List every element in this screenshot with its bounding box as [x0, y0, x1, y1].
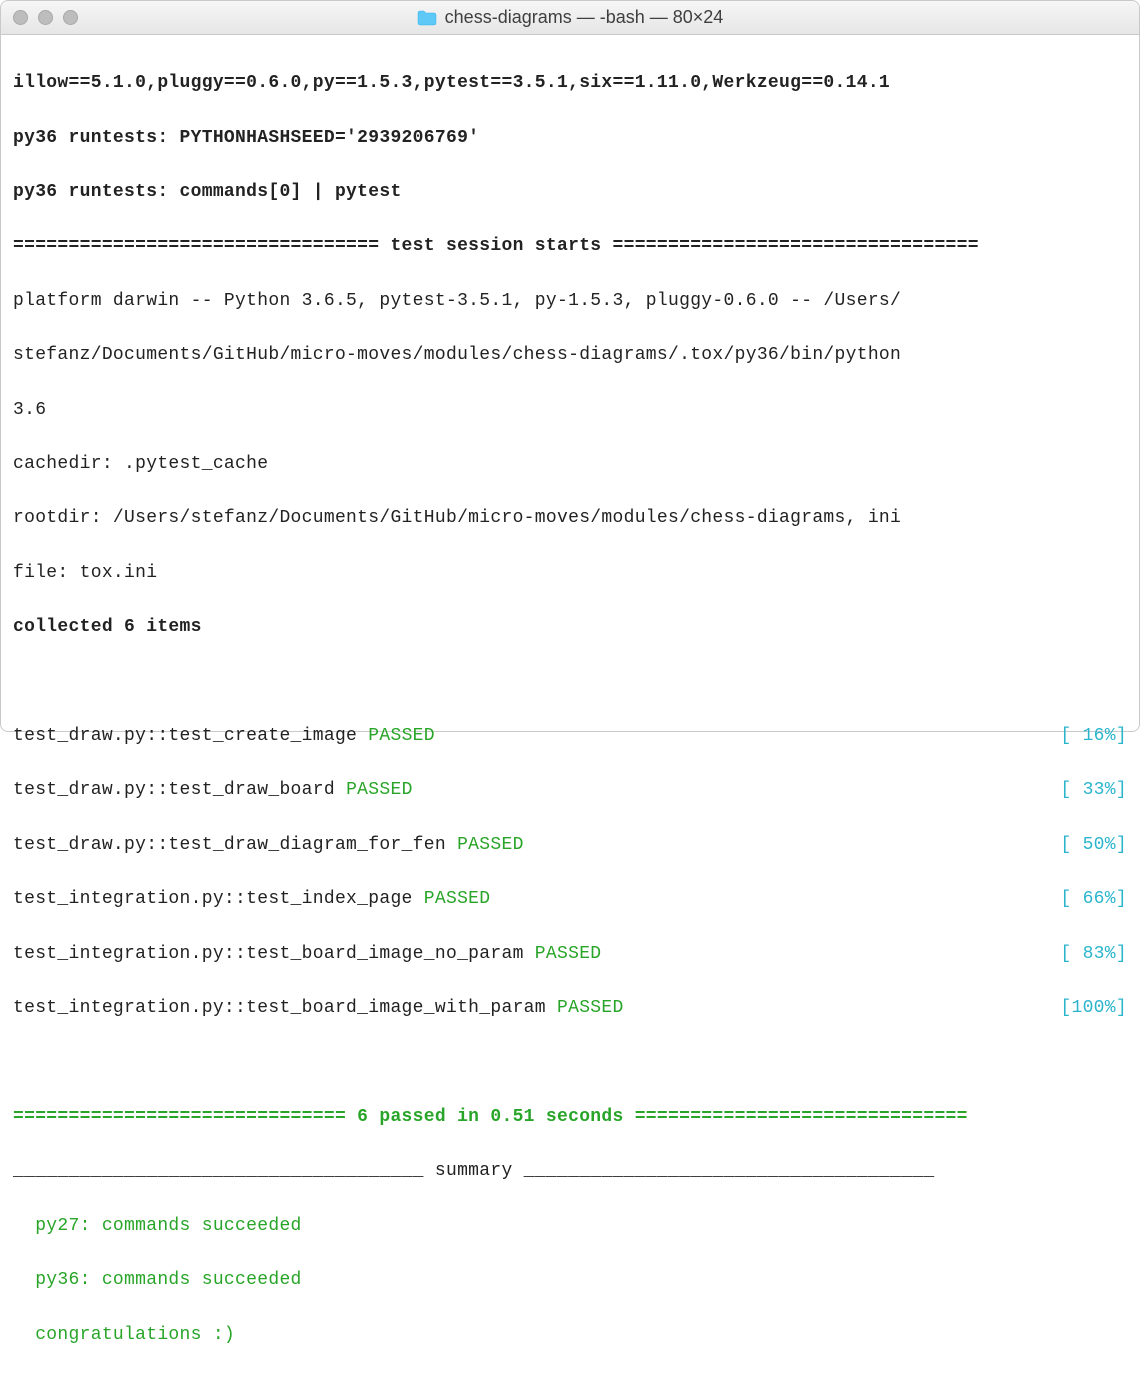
test-pct: [ 83%] [1060, 941, 1127, 968]
window-titlebar: chess-diagrams — -bash — 80×24 [1, 1, 1139, 35]
test-name: test_draw.py::test_draw_diagram_for_fen [13, 835, 457, 855]
test-name: test_integration.py::test_board_image_no… [13, 944, 535, 964]
test-row: test_integration.py::test_index_page PAS… [13, 886, 1127, 913]
py27-result: py27: commands succeeded [13, 1213, 1127, 1240]
congrats-line: congratulations :) [13, 1322, 1127, 1349]
blank-line [13, 1050, 1127, 1077]
summary-divider: _____________________________________ su… [13, 1158, 1127, 1185]
window-title: chess-diagrams — -bash — 80×24 [1, 7, 1139, 28]
test-name: test_integration.py::test_index_page [13, 889, 424, 909]
test-pct: [100%] [1060, 995, 1127, 1022]
test-status: PASSED [424, 889, 491, 909]
terminal-output[interactable]: illow==5.1.0,pluggy==0.6.0,py==1.5.3,pyt… [1, 35, 1139, 1376]
test-name: test_draw.py::test_draw_board [13, 780, 346, 800]
test-pct: [ 33%] [1060, 777, 1127, 804]
test-name: test_draw.py::test_create_image [13, 726, 368, 746]
passed-summary: ============================== 6 passed … [13, 1104, 1127, 1131]
test-row: test_draw.py::test_draw_board PASSED [ 33… [13, 777, 1127, 804]
zoom-icon[interactable] [63, 10, 78, 25]
rootdir-line: rootdir: /Users/stefanz/Documents/GitHub… [13, 505, 1127, 532]
collected-line: collected 6 items [13, 614, 1127, 641]
session-header: ================================= test s… [13, 233, 1127, 260]
blank-line [13, 669, 1127, 696]
test-row: test_draw.py::test_draw_diagram_for_fen … [13, 832, 1127, 859]
test-status: PASSED [557, 998, 624, 1018]
folder-icon [417, 10, 437, 26]
hashseed-line: py36 runtests: PYTHONHASHSEED='293920676… [13, 125, 1127, 152]
commands-line: py36 runtests: commands[0] | pytest [13, 179, 1127, 206]
test-status: PASSED [535, 944, 602, 964]
rootdir-line-2: file: tox.ini [13, 560, 1127, 587]
test-status: PASSED [457, 835, 524, 855]
test-row: test_integration.py::test_board_image_no… [13, 941, 1127, 968]
test-pct: [ 66%] [1060, 886, 1127, 913]
platform-line-3: 3.6 [13, 397, 1127, 424]
test-name: test_integration.py::test_board_image_wi… [13, 998, 557, 1018]
test-pct: [ 50%] [1060, 832, 1127, 859]
test-status: PASSED [368, 726, 435, 746]
py36-result: py36: commands succeeded [13, 1267, 1127, 1294]
platform-line: platform darwin -- Python 3.6.5, pytest-… [13, 288, 1127, 315]
deps-line: illow==5.1.0,pluggy==0.6.0,py==1.5.3,pyt… [13, 70, 1127, 97]
test-pct: [ 16%] [1060, 723, 1127, 750]
platform-line-2: stefanz/Documents/GitHub/micro-moves/mod… [13, 342, 1127, 369]
test-row: test_integration.py::test_board_image_wi… [13, 995, 1127, 1022]
test-status: PASSED [346, 780, 413, 800]
close-icon[interactable] [13, 10, 28, 25]
test-row: test_draw.py::test_create_image PASSED [ … [13, 723, 1127, 750]
cachedir-line: cachedir: .pytest_cache [13, 451, 1127, 478]
minimize-icon[interactable] [38, 10, 53, 25]
title-text: chess-diagrams — -bash — 80×24 [445, 7, 724, 28]
traffic-lights [13, 10, 78, 25]
